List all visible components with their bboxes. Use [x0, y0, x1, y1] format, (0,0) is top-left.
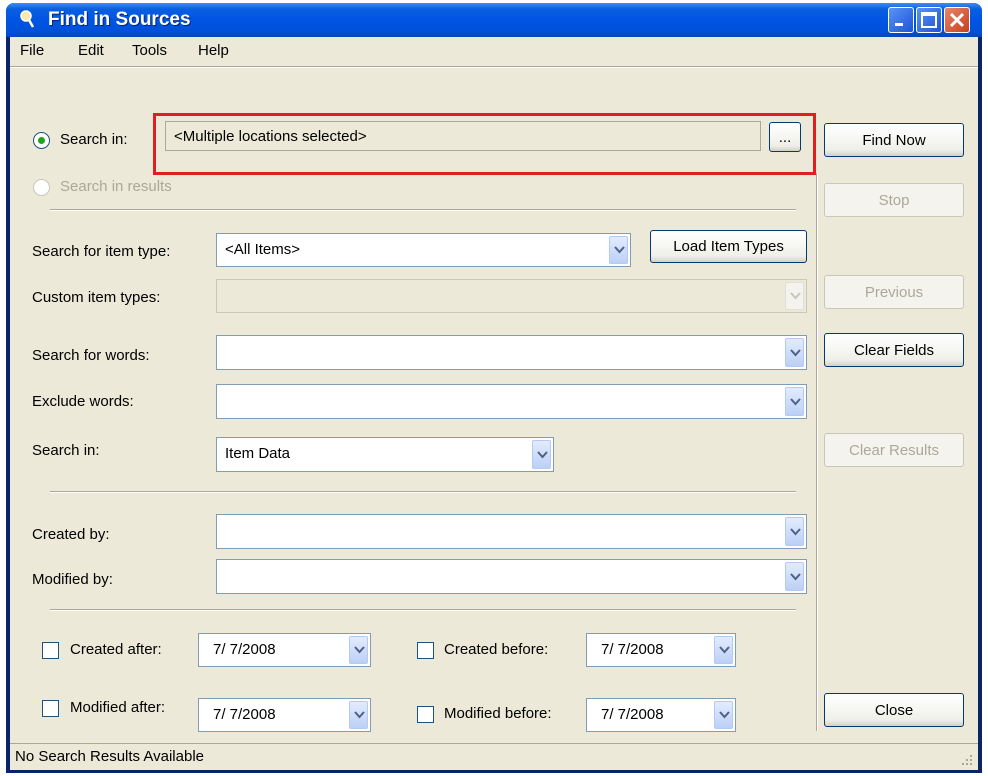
modified-before-date-picker[interactable]: 7/ 7/2008 [586, 698, 736, 732]
resize-grip-icon[interactable] [960, 753, 974, 767]
find-now-button[interactable]: Find Now [824, 123, 964, 157]
item-type-label: Search for item type: [32, 243, 171, 260]
menu-divider [10, 66, 978, 68]
modified-before-label: Modified before: [444, 705, 552, 722]
search-locations-value: <Multiple locations selected> [174, 128, 367, 145]
chevron-down-icon [614, 246, 625, 254]
search-scope-select[interactable]: Item Data [216, 437, 554, 472]
minimize-icon [895, 23, 903, 26]
modified-by-label: Modified by: [32, 571, 113, 588]
chevron-down-icon [790, 292, 801, 300]
custom-item-types-dropdown-button[interactable] [785, 282, 804, 310]
divider-1 [50, 209, 796, 211]
close-icon [949, 12, 965, 28]
chevron-down-icon [719, 711, 730, 719]
window-title: Find in Sources [48, 9, 191, 30]
menu-edit[interactable]: Edit [78, 42, 104, 59]
chevron-down-icon [354, 711, 365, 719]
created-after-checkbox[interactable] [42, 642, 59, 659]
chevron-down-icon [790, 348, 801, 356]
menu-bar: File Edit Tools Help [10, 37, 978, 65]
search-in-radio-label: Search in: [60, 131, 128, 148]
radio-selected-dot [38, 137, 45, 144]
search-words-dropdown-button[interactable] [785, 338, 804, 367]
close-window-button[interactable] [944, 7, 970, 33]
chevron-down-icon [790, 527, 801, 535]
custom-item-types-label: Custom item types: [32, 289, 161, 306]
modified-before-checkbox[interactable] [417, 706, 434, 723]
modified-by-input[interactable] [216, 559, 807, 594]
status-bar: No Search Results Available [10, 743, 978, 770]
created-after-dropdown-button[interactable] [349, 636, 368, 664]
chevron-down-icon [354, 646, 365, 654]
dialog-client-area: File Edit Tools Help Search in: <Multipl… [10, 37, 978, 770]
item-type-select[interactable]: <All Items> [216, 233, 631, 267]
menu-help[interactable]: Help [198, 42, 229, 59]
created-by-dropdown-button[interactable] [785, 517, 804, 546]
browse-locations-button[interactable]: ... [769, 122, 801, 152]
load-item-types-button[interactable]: Load Item Types [650, 230, 807, 263]
search-scope-value: Item Data [225, 445, 291, 462]
minimize-button[interactable] [888, 7, 914, 33]
divider-2 [50, 491, 796, 493]
clear-results-button[interactable]: Clear Results [824, 433, 964, 467]
search-in-radio[interactable] [33, 132, 50, 149]
modified-before-value: 7/ 7/2008 [601, 706, 664, 723]
modified-after-checkbox[interactable] [42, 700, 59, 717]
maximize-button[interactable] [916, 7, 942, 33]
item-type-value: <All Items> [225, 241, 301, 258]
created-before-label: Created before: [444, 641, 549, 658]
status-text: No Search Results Available [15, 748, 204, 765]
chevron-down-icon [719, 646, 730, 654]
search-scope-label: Search in: [32, 442, 100, 459]
search-words-label: Search for words: [32, 347, 150, 364]
title-bar[interactable]: Find in Sources [6, 3, 982, 37]
modified-after-value: 7/ 7/2008 [213, 706, 276, 723]
created-after-date-picker[interactable]: 7/ 7/2008 [198, 633, 371, 667]
search-in-results-radio[interactable] [33, 179, 50, 196]
created-before-date-picker[interactable]: 7/ 7/2008 [586, 633, 736, 667]
search-scope-dropdown-button[interactable] [532, 440, 551, 469]
chevron-down-icon [537, 450, 548, 458]
divider-3 [50, 609, 796, 611]
exclude-words-label: Exclude words: [32, 393, 134, 410]
created-after-value: 7/ 7/2008 [213, 641, 276, 658]
chevron-down-icon [790, 572, 801, 580]
exclude-words-dropdown-button[interactable] [785, 387, 804, 416]
modified-by-dropdown-button[interactable] [785, 562, 804, 591]
stop-button[interactable]: Stop [824, 183, 964, 217]
magnifier-icon [20, 10, 35, 28]
custom-item-types-select[interactable] [216, 279, 807, 313]
created-after-label: Created after: [70, 641, 162, 658]
chevron-down-icon [790, 397, 801, 405]
find-in-sources-window: Find in Sources File Edit Tools Help Sea… [6, 3, 982, 773]
maximize-icon [921, 12, 937, 28]
created-before-checkbox[interactable] [417, 642, 434, 659]
item-type-dropdown-button[interactable] [609, 236, 628, 264]
modified-after-date-picker[interactable]: 7/ 7/2008 [198, 698, 371, 732]
menu-tools[interactable]: Tools [132, 42, 167, 59]
previous-button[interactable]: Previous [824, 275, 964, 309]
modified-after-dropdown-button[interactable] [349, 701, 368, 729]
exclude-words-input[interactable] [216, 384, 807, 419]
search-in-results-label: Search in results [60, 178, 172, 195]
created-by-input[interactable] [216, 514, 807, 549]
created-by-label: Created by: [32, 526, 110, 543]
button-column-divider [816, 173, 818, 731]
modified-after-label: Modified after: [70, 699, 166, 716]
clear-fields-button[interactable]: Clear Fields [824, 333, 964, 367]
created-before-value: 7/ 7/2008 [601, 641, 664, 658]
menu-file[interactable]: File [20, 42, 44, 59]
search-words-input[interactable] [216, 335, 807, 370]
created-before-dropdown-button[interactable] [714, 636, 733, 664]
search-locations-field[interactable]: <Multiple locations selected> [165, 121, 761, 151]
close-button[interactable]: Close [824, 693, 964, 727]
modified-before-dropdown-button[interactable] [714, 701, 733, 729]
